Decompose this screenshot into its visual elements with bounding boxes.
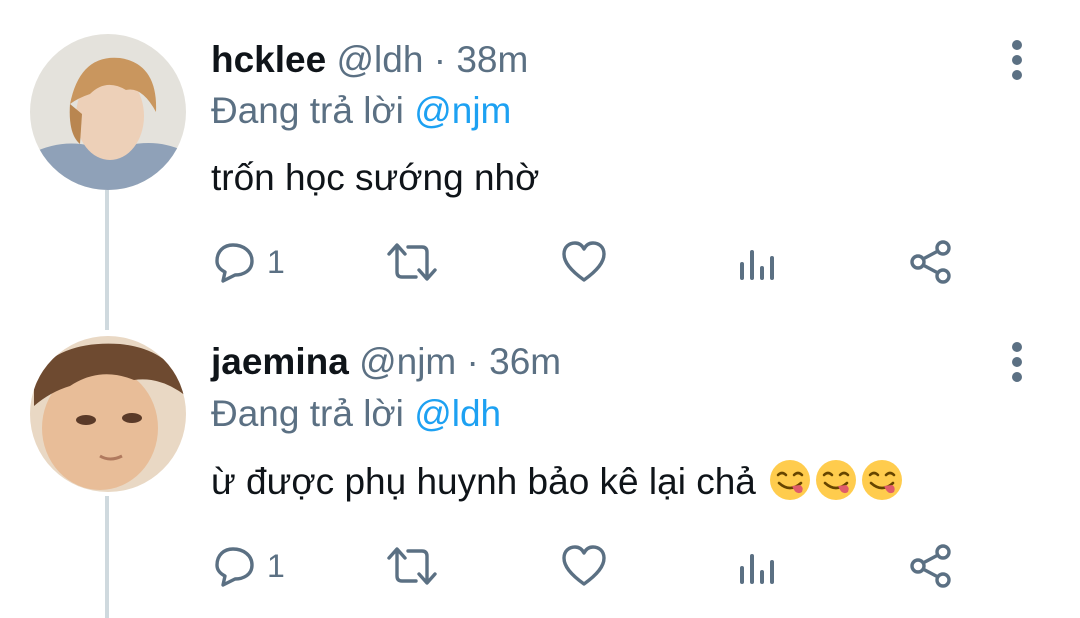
heart-icon [562, 241, 606, 282]
share-icon [910, 544, 951, 588]
separator: · [433, 39, 447, 80]
avatar[interactable] [30, 336, 186, 492]
speech-bubble-icon [215, 547, 254, 587]
heart-icon [562, 545, 606, 586]
like-button[interactable] [560, 540, 608, 592]
retweet-icon [387, 547, 437, 585]
reply-count: 1 [267, 243, 285, 280]
mention-link[interactable]: @njm [414, 90, 511, 131]
analytics-button[interactable] [737, 540, 777, 592]
retweet-icon [387, 243, 437, 281]
reply-button[interactable]: 1 [213, 540, 285, 592]
face-savoring-food-emoji [862, 460, 903, 500]
handle[interactable]: @njm [359, 341, 456, 382]
reply-count: 1 [267, 547, 285, 584]
timestamp[interactable]: 36m [489, 341, 561, 382]
display-name[interactable]: jaemina [211, 341, 349, 382]
more-options-button[interactable] [1002, 38, 1032, 82]
bar-chart-icon [740, 554, 774, 584]
tweet-text-content: trốn học sướng nhờ [211, 157, 540, 198]
replying-prefix: Đang trả lời [211, 393, 404, 434]
display-name[interactable]: hcklee [211, 39, 326, 80]
vertical-dots-icon [1012, 342, 1022, 382]
replying-to: Đang trả lời @njm [211, 89, 511, 133]
tweet-text: ừ được phụ huynh bảo kê lại chả [211, 458, 904, 504]
retweet-button[interactable] [386, 236, 438, 288]
handle[interactable]: @ldh [336, 39, 423, 80]
share-icon [910, 240, 951, 284]
face-savoring-food-emoji [816, 460, 857, 500]
share-button[interactable] [908, 236, 954, 288]
mention-link[interactable]: @ldh [414, 393, 501, 434]
share-button[interactable] [908, 540, 954, 592]
bar-chart-icon [740, 250, 774, 280]
replying-to: Đang trả lời @ldh [211, 392, 501, 436]
separator: · [466, 341, 479, 382]
avatar[interactable] [30, 34, 186, 190]
vertical-dots-icon [1012, 40, 1022, 80]
more-options-button[interactable] [1002, 340, 1032, 384]
replying-prefix: Đang trả lời [211, 90, 404, 131]
face-savoring-food-emoji [770, 460, 811, 500]
tweet-text: trốn học sướng nhờ [211, 156, 539, 200]
tweet[interactable]: jaemina @njm · 36m Đang trả lời @ldh ừ đ… [0, 308, 1080, 618]
like-button[interactable] [560, 236, 608, 288]
retweet-button[interactable] [386, 540, 438, 592]
analytics-button[interactable] [737, 236, 777, 288]
timestamp[interactable]: 38m [456, 39, 528, 80]
tweet[interactable]: hcklee @ldh · 38m Đang trả lời @njm trốn… [0, 0, 1080, 310]
tweet-text-content: ừ được phụ huynh bảo kê lại chả [211, 461, 756, 502]
speech-bubble-icon [215, 243, 254, 283]
tweet-header: jaemina @njm · 36m [211, 340, 561, 384]
tweet-header: hcklee @ldh · 38m [211, 38, 528, 82]
reply-button[interactable]: 1 [213, 236, 285, 288]
